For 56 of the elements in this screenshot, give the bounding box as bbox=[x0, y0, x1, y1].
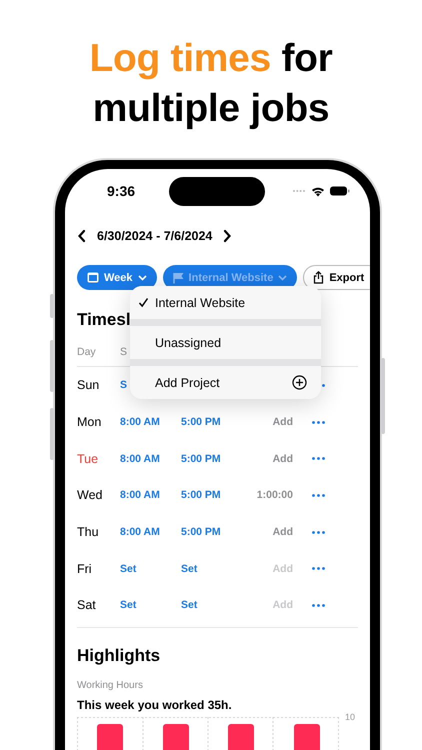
calendar-icon bbox=[87, 272, 99, 283]
chevron-left-icon[interactable] bbox=[77, 229, 87, 243]
hours-value[interactable]: Add bbox=[272, 526, 293, 538]
end-time[interactable]: 5:00 PM bbox=[181, 526, 221, 538]
week-dropdown[interactable]: Week bbox=[77, 265, 157, 290]
start-time[interactable]: Set bbox=[120, 599, 136, 612]
chart-caption: Working Hours bbox=[77, 680, 144, 691]
chevron-right-icon[interactable] bbox=[222, 229, 232, 243]
status-time: 9:36 bbox=[107, 183, 136, 199]
day-label: Sun bbox=[77, 378, 100, 392]
day-label: Sat bbox=[77, 598, 97, 612]
section-title: Timesl bbox=[77, 310, 131, 331]
start-time[interactable]: Set bbox=[120, 562, 136, 575]
wifi-icon bbox=[311, 186, 325, 196]
end-time[interactable]: Set bbox=[181, 599, 198, 612]
plus-circle-icon bbox=[292, 375, 307, 390]
more-icon[interactable] bbox=[312, 530, 325, 534]
export-button[interactable]: Export bbox=[303, 265, 370, 290]
end-time[interactable]: 5:00 PM bbox=[181, 489, 221, 502]
axis-tick: 10 bbox=[345, 712, 356, 722]
day-label: Wed bbox=[77, 488, 104, 502]
hours-value[interactable]: Add bbox=[272, 452, 293, 465]
more-icon[interactable] bbox=[312, 457, 325, 460]
end-time[interactable]: 5:00 PM bbox=[181, 452, 221, 465]
battery-icon bbox=[330, 186, 350, 196]
date-range: 6/30/2024 - 7/6/2024 bbox=[97, 229, 212, 243]
more-icon[interactable] bbox=[312, 494, 325, 497]
day-label: Mon bbox=[77, 415, 102, 430]
hours-value[interactable]: Add bbox=[272, 416, 293, 428]
menu-item[interactable]: Add Project bbox=[130, 366, 321, 399]
day-label: Fri bbox=[77, 562, 93, 576]
end-time[interactable]: 5:00 PM bbox=[181, 416, 221, 428]
more-icon[interactable] bbox=[312, 420, 325, 424]
more-icon[interactable] bbox=[312, 567, 325, 570]
chevron-down-icon bbox=[278, 274, 288, 280]
start-time[interactable]: 8:00 AM bbox=[120, 452, 160, 465]
share-icon bbox=[313, 271, 324, 284]
start-time[interactable]: 8:00 AM bbox=[120, 489, 160, 502]
headline: Log times for multiple jobs bbox=[88, 36, 334, 132]
hours-value[interactable]: 1:00:00 bbox=[256, 489, 293, 502]
signal-icon bbox=[292, 189, 306, 193]
day-label: Thu bbox=[77, 525, 100, 540]
menu-item[interactable]: Internal Website bbox=[130, 286, 321, 319]
menu-item[interactable]: Unassigned bbox=[130, 326, 321, 359]
end-time[interactable]: Set bbox=[181, 562, 198, 575]
start-time[interactable]: S bbox=[120, 379, 128, 392]
chevron-down-icon bbox=[138, 274, 147, 280]
chart-summary: This week you worked 35h. bbox=[77, 698, 233, 712]
column-header: Day bbox=[77, 346, 97, 358]
day-label: Tue bbox=[77, 452, 100, 466]
start-time[interactable]: 8:00 AM bbox=[120, 416, 160, 428]
flag-icon bbox=[172, 272, 184, 284]
more-icon[interactable] bbox=[312, 604, 325, 607]
column-header: S bbox=[120, 346, 128, 358]
section-title: Highlights bbox=[77, 646, 162, 666]
start-time[interactable]: 8:00 AM bbox=[120, 526, 160, 538]
